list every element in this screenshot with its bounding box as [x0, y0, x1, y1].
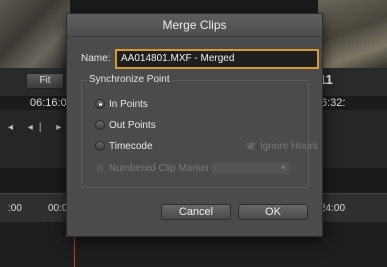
source-timecode: 06:16:0 — [30, 97, 67, 109]
chevron-down-icon: ▾ — [280, 163, 285, 172]
checkmark-icon[interactable]: ✓ — [246, 141, 256, 151]
out-points-option[interactable]: Out Points — [95, 118, 156, 132]
dialog-title: Merge Clips — [67, 14, 322, 37]
radio-icon[interactable] — [95, 120, 105, 130]
program-timecode: 6:32: — [321, 97, 346, 109]
source-monitor-video — [0, 0, 70, 68]
in-points-option[interactable]: In Points — [95, 97, 148, 111]
ignore-hours-label: Ignore Hours — [260, 140, 318, 152]
radio-icon[interactable] — [95, 141, 105, 151]
option-label: In Points — [109, 98, 148, 110]
radio-icon[interactable] — [95, 99, 105, 109]
merge-clips-dialog: Merge Clips Name: Synchronize Point In P… — [66, 13, 323, 237]
ok-button[interactable]: OK — [238, 204, 308, 220]
option-label: Timecode — [109, 140, 153, 152]
radio-icon[interactable] — [95, 163, 105, 173]
cancel-button[interactable]: Cancel — [161, 204, 231, 220]
group-title: Synchronize Point — [87, 74, 172, 85]
name-field[interactable] — [115, 49, 319, 69]
ruler-label: 24:00 — [320, 203, 346, 214]
clip-marker-select[interactable]: ▾ — [211, 161, 290, 175]
fit-dropdown[interactable]: Fit — [26, 73, 64, 89]
name-label: Name: — [81, 53, 111, 64]
numbered-clip-marker-option[interactable]: Numbered Clip Marker — [95, 161, 210, 175]
ruler-label: :00 — [8, 203, 22, 214]
program-monitor-video — [318, 0, 387, 68]
option-label: Out Points — [109, 119, 156, 131]
timecode-option[interactable]: Timecode — [95, 139, 153, 153]
transport-controls-icon[interactable]: ◂ ◂| ▸ — [8, 122, 67, 133]
ignore-hours-checkbox[interactable]: ✓ Ignore Hours — [246, 139, 318, 153]
ruler-label: 00:0 — [48, 203, 68, 214]
option-label: Numbered Clip Marker — [109, 162, 210, 174]
